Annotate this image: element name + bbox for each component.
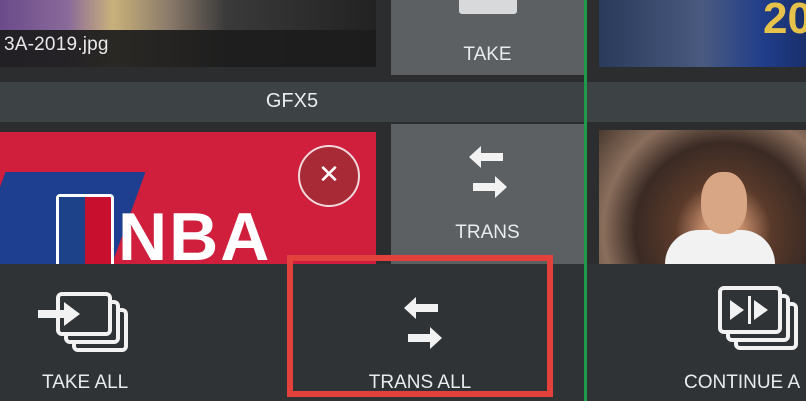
close-icon[interactable]: ✕ bbox=[298, 145, 360, 207]
take-all-label: TAKE ALL bbox=[42, 372, 129, 393]
trans-all-label: TRANS ALL bbox=[368, 372, 472, 393]
trans-all-button[interactable]: TRANS ALL bbox=[287, 255, 553, 397]
take-icon bbox=[459, 0, 517, 14]
nba-logo-icon bbox=[56, 194, 114, 264]
stacked-continue-icon bbox=[718, 286, 798, 350]
trans-button[interactable]: TRANS bbox=[391, 124, 584, 264]
continue-all-button[interactable]: CONTINUE A bbox=[600, 264, 806, 401]
stacked-take-icon bbox=[38, 292, 128, 352]
trans-button-label: TRANS bbox=[455, 222, 520, 243]
take-button[interactable]: TAKE bbox=[391, 0, 584, 75]
group-label: GFX5 bbox=[265, 90, 319, 112]
continue-all-label: CONTINUE A bbox=[684, 372, 801, 393]
player-shirt bbox=[665, 230, 775, 264]
player-head bbox=[701, 172, 747, 234]
jersey-number: 20 bbox=[763, 0, 806, 43]
gfx-thumbnail-top-right[interactable]: 20 bbox=[599, 0, 806, 67]
nba-logo-text: NBA bbox=[118, 199, 272, 264]
swap-arrows-icon bbox=[404, 297, 442, 349]
program-indicator-line bbox=[584, 0, 587, 401]
take-all-button[interactable]: TAKE ALL bbox=[0, 264, 170, 401]
thumbnail-filename: 3A-2019.jpg bbox=[4, 34, 109, 55]
gfx-thumbnail-nba[interactable]: NBA ✕ bbox=[0, 132, 376, 264]
take-button-label: TAKE bbox=[463, 44, 512, 65]
gfx-thumbnail-player[interactable] bbox=[599, 130, 806, 264]
swap-arrows-icon bbox=[469, 146, 507, 198]
